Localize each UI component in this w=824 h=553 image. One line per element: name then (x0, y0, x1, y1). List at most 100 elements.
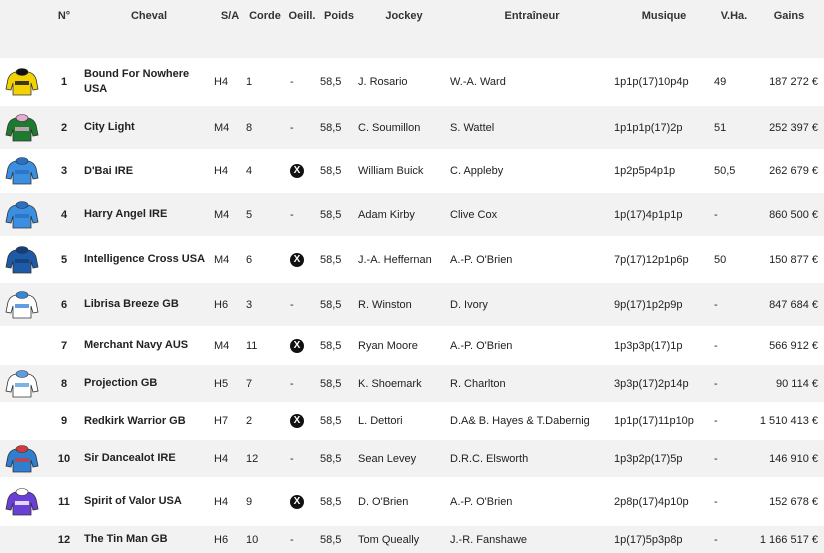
blinkers: - (290, 208, 294, 221)
runner-number: 3 (60, 165, 68, 177)
table-row[interactable]: 2 City Light M4 8 - 58,5 C. Soumillon S. Wattel… (0, 106, 824, 149)
jockey-silk-icon (5, 290, 39, 318)
horse-name: Harry Angel IRE (84, 208, 168, 220)
draw-number: 5 (246, 208, 253, 221)
silk-cell (0, 106, 44, 149)
sex-age: H6 (214, 298, 229, 311)
table-row[interactable]: 11 Spirit of Valor USA H4 9 X 58,5 D. O'Brien A… (0, 477, 824, 526)
jockey-name: Tom Queally (358, 533, 420, 546)
runner-number: 2 (60, 121, 68, 134)
jockey-name: J. Rosario (358, 76, 408, 88)
jockey-silk-icon (5, 369, 39, 397)
blinkers: X (284, 402, 320, 440)
weight: 58,5 (320, 339, 342, 352)
silk-cell (0, 149, 44, 193)
earnings: 847 684 € (769, 298, 818, 311)
handicap-value: - (714, 415, 718, 427)
silk-cell (0, 477, 44, 526)
jockey-name: C. Soumillon (358, 121, 421, 134)
handicap-value: - (714, 452, 718, 465)
handicap-value: 50,5 (714, 165, 736, 177)
table-row[interactable]: 5 Intelligence Cross USA M4 6 X 58,5 J.-A. Hef… (0, 236, 824, 283)
blinkers: - (290, 121, 294, 134)
runner-number: 12 (57, 533, 71, 546)
table-row[interactable]: 12 The Tin Man GB H6 10 - 58,5 Tom Queally J.-R… (0, 526, 824, 553)
earnings: 1 510 413 € (759, 415, 818, 427)
header-horse[interactable]: Cheval (84, 0, 214, 58)
weight: 58,5 (320, 298, 342, 311)
jockey-name: William Buick (358, 165, 424, 177)
draw-number: 7 (246, 377, 253, 390)
header-sa[interactable]: S/A (214, 0, 246, 58)
table-row[interactable]: 10 Sir Dancealot IRE H4 12 - 58,5 Sean Levey D.… (0, 440, 824, 477)
header-num[interactable]: N° (44, 0, 84, 58)
earnings: 860 500 € (769, 208, 818, 221)
header-silk (0, 0, 44, 58)
blinkers: X (284, 236, 320, 283)
runner-number: 1 (60, 76, 68, 88)
table-row[interactable]: 1 Bound For Nowhere USA H4 1 - 58,5 J. Rosario… (0, 58, 824, 106)
jockey-silk-icon (5, 157, 39, 185)
runner-number: 4 (60, 208, 68, 221)
blinkers-icon: X (290, 414, 304, 428)
draw-number: 9 (246, 495, 253, 508)
form-string: 1p1p(17)11p10p (614, 415, 694, 427)
draw-number: 4 (246, 165, 253, 177)
form-string: 7p(17)12p1p6p (614, 253, 689, 266)
table-row[interactable]: 6 Librisa Breeze GB H6 3 - 58,5 R. Winston D. I… (0, 283, 824, 326)
sex-age: H4 (214, 76, 229, 88)
blinkers: - (290, 377, 294, 390)
header-corde[interactable]: Corde (246, 0, 284, 58)
jockey-name: D. O'Brien (358, 495, 409, 508)
silk-cell (0, 283, 44, 326)
draw-number: 2 (246, 415, 253, 427)
header-musique[interactable]: Musique (614, 0, 714, 58)
trainer-name: S. Wattel (450, 121, 495, 134)
jockey-name: L. Dettori (358, 415, 403, 427)
table-row[interactable]: 7 Merchant Navy AUS M4 11 X 58,5 Ryan Moore A.-… (0, 326, 824, 365)
silk-cell (0, 440, 44, 477)
table-row[interactable]: 8 Projection GB H5 7 - 58,5 K. Shoemark R. Char… (0, 365, 824, 402)
blinkers: X (284, 477, 320, 526)
sex-age: M4 (214, 339, 230, 352)
header-trainer[interactable]: Entraîneur (450, 0, 614, 58)
silk-cell (0, 526, 44, 553)
silk-cell (0, 236, 44, 283)
table-row[interactable]: 3 D'Bai IRE H4 4 X 58,5 William Buick C. Appleb… (0, 149, 824, 193)
weight: 58,5 (320, 452, 342, 465)
horse-name: Intelligence Cross USA (84, 253, 206, 265)
jockey-silk-icon (5, 487, 39, 515)
jockey-silk-icon (5, 68, 39, 96)
form-string: 1p(17)4p1p1p (614, 208, 683, 221)
table-row[interactable]: 4 Harry Angel IRE M4 5 - 58,5 Adam Kirby Clive … (0, 193, 824, 236)
header-poids[interactable]: Poids (320, 0, 358, 58)
horse-name: Merchant Navy AUS (84, 339, 189, 351)
draw-number: 11 (246, 339, 258, 352)
earnings: 146 910 € (769, 452, 818, 465)
earnings: 1 166 517 € (759, 533, 818, 546)
sex-age: H4 (214, 165, 229, 177)
table-row[interactable]: 9 Redkirk Warrior GB H7 2 X 58,5 L. Dettori D.A… (0, 402, 824, 440)
header-oeil[interactable]: Oeill. (284, 0, 320, 58)
trainer-name: W.-A. Ward (450, 76, 506, 88)
form-string: 1p2p5p4p1p (614, 165, 676, 177)
runner-number: 6 (60, 298, 68, 311)
silk-cell (0, 365, 44, 402)
form-string: 1p3p3p(17)1p (614, 339, 683, 352)
header-jockey[interactable]: Jockey (358, 0, 450, 58)
handicap-value: - (714, 298, 718, 311)
earnings: 187 272 € (769, 76, 818, 88)
trainer-name: D.A& B. Hayes & T.Dabernig (450, 415, 590, 427)
jockey-name: Ryan Moore (358, 339, 418, 352)
horse-name: Bound For Nowhere USA (84, 68, 190, 95)
runners-table: N° Cheval S/A Corde Oeill. Poids Jockey … (0, 0, 824, 553)
header-vha[interactable]: V.Ha. (714, 0, 754, 58)
handicap-value: - (714, 377, 718, 390)
earnings: 90 114 € (775, 377, 818, 390)
header-gains[interactable]: Gains (754, 0, 824, 58)
blinkers: - (290, 452, 294, 465)
handicap-value: 49 (714, 76, 727, 88)
weight: 58,5 (320, 121, 342, 134)
blinkers-icon: X (290, 252, 304, 267)
form-string: 1p1p(17)10p4p (614, 76, 689, 88)
